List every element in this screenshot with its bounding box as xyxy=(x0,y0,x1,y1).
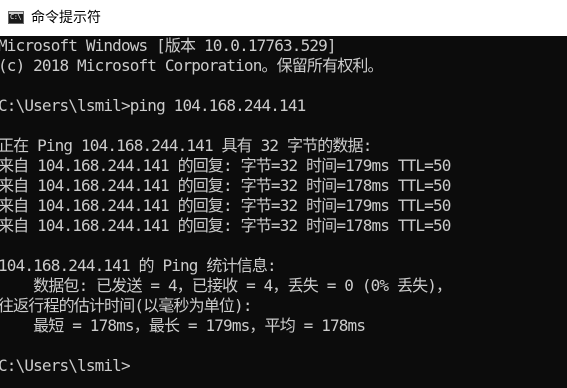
console-line-reply-1: 来自 104.168.244.141 的回复: 字节=32 时间=179ms T… xyxy=(0,156,451,175)
title-bar[interactable]: C:\ 命令提示符 xyxy=(0,0,567,36)
command-prompt-icon: C:\ xyxy=(8,11,24,24)
console-line-stats-header: 104.168.244.141 的 Ping 统计信息: xyxy=(0,256,277,275)
console-line-copyright: (c) 2018 Microsoft Corporation。保留所有权利。 xyxy=(0,56,384,75)
console-line-rtt-values: 最短 = 178ms，最长 = 179ms，平均 = 178ms xyxy=(0,316,366,335)
console-line-reply-3: 来自 104.168.244.141 的回复: 字节=32 时间=179ms T… xyxy=(0,196,451,215)
console-line-ping-header: 正在 Ping 104.168.244.141 具有 32 字节的数据: xyxy=(0,136,372,155)
console-line-packets: 数据包: 已发送 = 4，已接收 = 4，丢失 = 0 (0% 丢失)， xyxy=(0,276,452,295)
window-title: 命令提示符 xyxy=(31,10,101,26)
console-line-version: Microsoft Windows [版本 10.0.17763.529] xyxy=(0,36,337,55)
command-prompt-window: C:\ 命令提示符 Microsoft Windows [版本 10.0.177… xyxy=(0,0,567,388)
console-output[interactable]: Microsoft Windows [版本 10.0.17763.529] (c… xyxy=(0,36,567,388)
console-line-reply-4: 来自 104.168.244.141 的回复: 字节=32 时间=178ms T… xyxy=(0,216,451,235)
console-line-prompt[interactable]: C:\Users\lsmil> xyxy=(0,356,131,376)
console-line-rtt-header: 往返行程的估计时间(以毫秒为单位): xyxy=(0,296,252,315)
console-line-ping-command: C:\Users\lsmil>ping 104.168.244.141 xyxy=(0,96,306,115)
icon-prompt-glyph: C:\ xyxy=(10,13,22,21)
console-line-reply-2: 来自 104.168.244.141 的回复: 字节=32 时间=178ms T… xyxy=(0,176,451,195)
